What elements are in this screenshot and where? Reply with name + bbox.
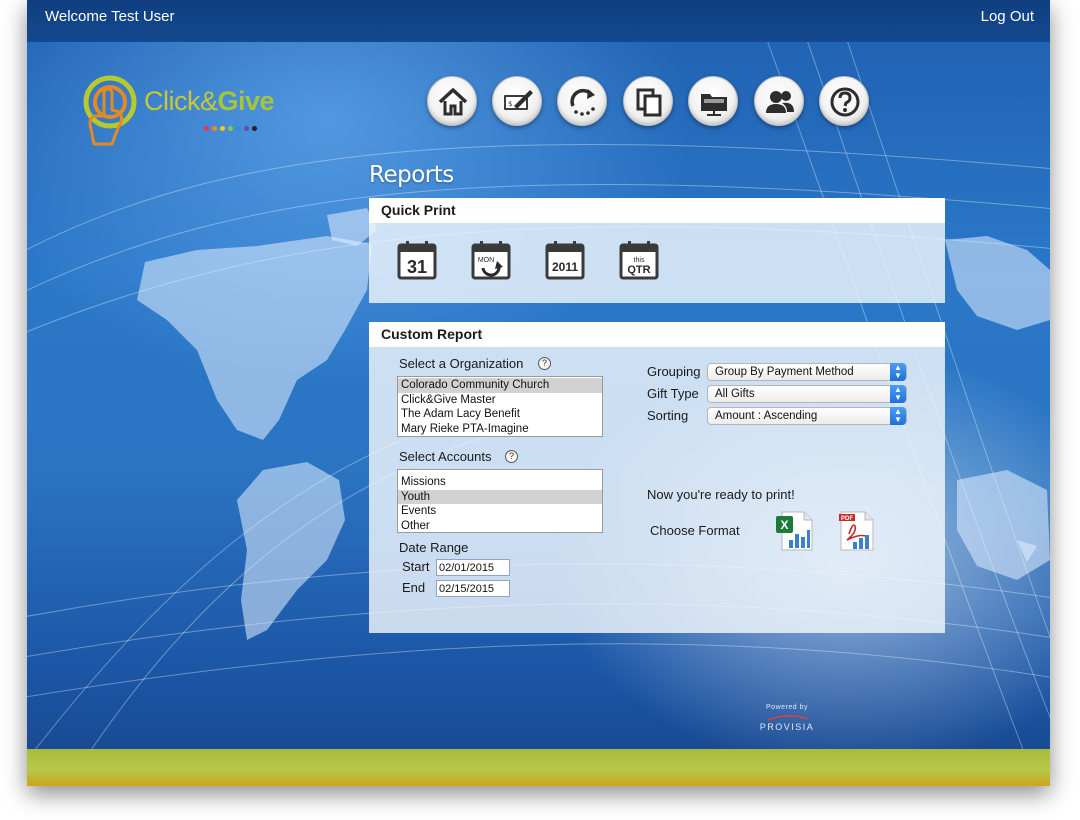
account-option[interactable]: Missions	[398, 475, 602, 490]
svg-text:X: X	[780, 518, 788, 532]
gift-type-value: All Gifts	[715, 388, 755, 400]
powered-by-text: Powered by	[766, 704, 808, 711]
excel-icon: X	[776, 511, 813, 551]
provisia-brand: PROVISIA	[759, 722, 815, 732]
excel-export-button[interactable]: X	[774, 510, 814, 552]
sorting-value: Amount : Ascending	[715, 410, 818, 422]
quick-print-week-label: MON	[478, 257, 494, 264]
click-and-give-logo[interactable]: Click&Give	[82, 74, 292, 148]
nav-copy-button[interactable]	[623, 76, 673, 126]
accounts-label: Select Accounts	[399, 449, 492, 464]
pdf-label: PDF	[841, 516, 853, 522]
start-date-input[interactable]	[436, 559, 510, 576]
grouping-value: Group By Payment Method	[715, 366, 854, 378]
end-date-label: End	[402, 580, 426, 595]
hand-pointer-logo-icon	[83, 75, 137, 146]
svg-text:$: $	[508, 100, 512, 108]
sorting-label: Sorting	[647, 408, 689, 423]
start-date-label: Start	[402, 559, 430, 574]
calendar-week-icon: MON	[471, 241, 511, 280]
quick-print-day-label: 31	[407, 257, 427, 277]
pdf-export-button[interactable]: PDF	[837, 510, 877, 552]
sorting-select[interactable]: Amount : Ascending ▲ ▼	[707, 407, 907, 425]
nav-home-button[interactable]	[427, 76, 477, 126]
nav-donate-button[interactable]: $	[492, 76, 542, 126]
logo-click-text: Click&	[144, 86, 218, 116]
select-arrows-icon: ▲ ▼	[890, 363, 906, 381]
recurring-icon	[570, 88, 595, 116]
select-arrows-icon: ▲ ▼	[890, 385, 906, 403]
top-bar: Welcome Test User Log Out	[27, 0, 1050, 42]
organization-option[interactable]: Click&Give Master	[398, 393, 602, 408]
organization-listbox[interactable]: Colorado Community Church Click&Give Mas…	[397, 376, 603, 437]
check-write-icon: $	[504, 90, 533, 110]
organization-option[interactable]: The Adam Lacy Benefit	[398, 407, 602, 422]
quick-print-day-button[interactable]: 31	[397, 240, 437, 280]
gift-type-select[interactable]: All Gifts ▲ ▼	[707, 385, 907, 403]
nav-help-button[interactable]	[819, 76, 869, 126]
custom-report-title: Custom Report	[369, 322, 945, 347]
powered-by-provisia: Powered by PROVISIA	[752, 704, 822, 732]
home-icon	[438, 88, 468, 116]
accounts-help-icon[interactable]: ?	[505, 450, 518, 463]
end-date-input[interactable]	[436, 580, 510, 597]
quick-print-quarter-top-label: this	[634, 257, 645, 264]
logo-give-text: Give	[217, 86, 275, 116]
organization-option[interactable]: Mary Rieke PTA-Imagine	[398, 422, 602, 437]
account-option[interactable]: Other	[398, 519, 602, 533]
quick-print-year-button[interactable]: 2011	[545, 240, 585, 280]
gift-type-label: Gift Type	[647, 386, 699, 401]
account-option[interactable]: Youth	[398, 489, 602, 504]
logo-color-dots	[204, 118, 260, 136]
organization-label: Select a Organization	[399, 356, 524, 371]
quick-print-year-label: 2011	[552, 260, 578, 274]
footer-band	[27, 749, 1050, 786]
provisia-swoosh-icon	[768, 715, 808, 721]
grouping-label: Grouping	[647, 364, 701, 379]
grouping-select[interactable]: Group By Payment Method ▲ ▼	[707, 363, 907, 381]
calendar-day-icon: 31	[397, 241, 437, 280]
quick-print-title: Quick Print	[369, 198, 945, 223]
app-window: Welcome Test User Log Out Click&Give $ R…	[27, 0, 1050, 786]
nav-users-button[interactable]	[754, 76, 804, 126]
quick-print-quarter-bottom-label: QTR	[627, 264, 650, 276]
page-title: Reports	[369, 162, 454, 188]
account-option[interactable]: Events	[398, 504, 602, 519]
ready-text: Now you're ready to print!	[647, 487, 795, 502]
logo-wordmark: Click&Give	[144, 86, 275, 117]
welcome-text: Welcome Test User	[45, 8, 175, 25]
calendar-quarter-icon: this QTR	[619, 241, 659, 280]
logout-link[interactable]: Log Out	[981, 8, 1034, 25]
calendar-year-icon: 2011	[545, 241, 585, 280]
organization-option[interactable]: Colorado Community Church	[398, 378, 602, 393]
folder-icon	[701, 94, 727, 116]
quick-print-quarter-button[interactable]: this QTR	[619, 240, 659, 280]
quick-print-week-button[interactable]: MON	[471, 240, 511, 280]
nav-reports-button[interactable]	[688, 76, 738, 126]
pdf-icon: PDF	[839, 511, 874, 551]
users-icon	[766, 91, 794, 113]
accounts-listbox[interactable]: Missions Youth Events Other	[397, 469, 603, 533]
organization-help-icon[interactable]: ?	[538, 357, 551, 370]
nav-recurring-button[interactable]	[557, 76, 607, 126]
quick-print-panel: Quick Print 31 MON 2011 this QTR	[369, 198, 945, 303]
date-range-label: Date Range	[399, 540, 469, 555]
select-arrows-icon: ▲ ▼	[890, 407, 906, 425]
help-icon	[830, 87, 860, 117]
choose-format-label: Choose Format	[650, 523, 740, 538]
custom-report-panel: Custom Report Select a Organization ? Co…	[369, 322, 945, 633]
copy-icon	[636, 88, 662, 117]
